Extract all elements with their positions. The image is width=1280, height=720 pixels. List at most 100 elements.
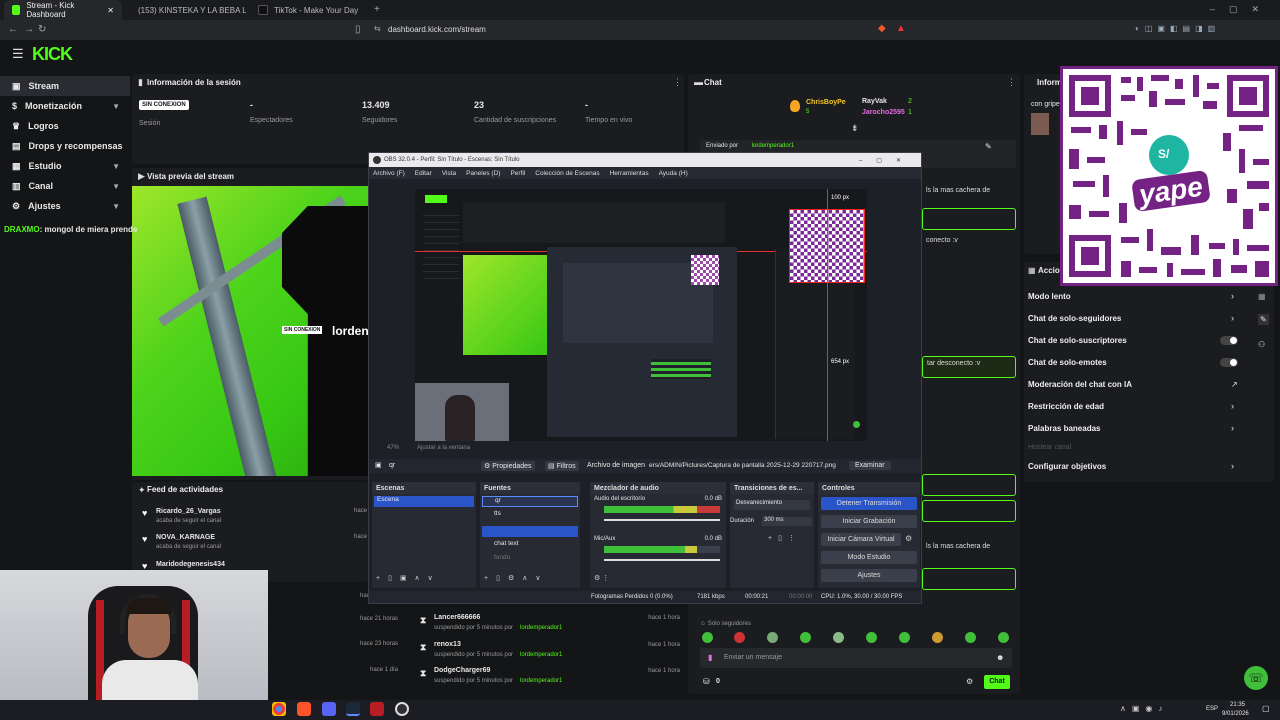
action-age-restriction[interactable]: Restricción de edad	[1028, 402, 1104, 411]
chevron-right-icon[interactable]: ›	[1231, 313, 1234, 323]
extensions-bar[interactable]: ◐◫▣◧▤◨▥	[1135, 24, 1220, 33]
menu-help[interactable]: Ayuda (H)	[659, 170, 688, 177]
image-path-field[interactable]: ers/ADMIN/Pictures/Captura de pantalla 2…	[649, 462, 845, 469]
chevron-right-icon[interactable]: ›	[1231, 461, 1234, 471]
menu-view[interactable]: Vista	[442, 170, 456, 177]
source-drag-item[interactable]	[482, 526, 578, 537]
scene-item[interactable]: Escena	[374, 496, 474, 507]
sidebar-item-monetizacion[interactable]: $ Monetización ▼	[0, 96, 130, 116]
obs-taskbar-icon[interactable]	[395, 702, 409, 716]
emote-icon[interactable]	[734, 632, 745, 643]
action-ai-moderation[interactable]: Moderación del chat con IA	[1028, 380, 1132, 389]
bookmark-icon[interactable]: ▯	[355, 24, 361, 35]
action-followers-only[interactable]: Chat de solo-seguidores	[1028, 314, 1121, 323]
support-chat-icon[interactable]: ☏	[1244, 666, 1268, 690]
sidebar-item-stream[interactable]: ▣ Stream	[0, 76, 130, 96]
action-slow-mode[interactable]: Modo lento	[1028, 292, 1071, 301]
sidebar-item-canal[interactable]: ▥ Canal ▼	[0, 176, 130, 196]
emote-icon[interactable]	[767, 632, 778, 643]
brave-rewards-icon[interactable]: ▲	[896, 23, 906, 34]
sidebar-item-ajustes[interactable]: ⚙ Ajustes ▼	[0, 196, 130, 216]
transition-select[interactable]: Desvanecimiento	[734, 500, 810, 510]
emote-icon[interactable]	[702, 632, 713, 643]
properties-button[interactable]: ⚙ Propiedades	[481, 461, 535, 471]
action-set-goals[interactable]: Configurar objetivos	[1028, 462, 1106, 471]
obs-preview-canvas[interactable]: 100 px 654 px	[415, 189, 867, 441]
activity-user[interactable]: Ricardo_26_Vargas	[156, 508, 221, 515]
mixer-slider[interactable]	[604, 519, 720, 521]
chevron-down-icon[interactable]: ⇟	[851, 123, 859, 134]
chevron-right-icon[interactable]: ›	[1231, 423, 1234, 433]
source-item[interactable]: fondo	[482, 554, 578, 565]
top-gifter-1[interactable]: ChrisBoyPe	[806, 99, 846, 106]
virtual-camera-button[interactable]: Iniciar Cámara Virtual	[821, 533, 901, 546]
mod-user[interactable]: lordemperador1	[520, 652, 562, 658]
users-icon[interactable]: ⚇	[1258, 340, 1265, 349]
toggle-switch[interactable]	[1220, 358, 1238, 367]
discord-taskbar-icon[interactable]	[322, 702, 336, 716]
filters-button[interactable]: ▤ Filtros	[545, 461, 579, 471]
reload-icon[interactable]: ↻	[38, 24, 46, 35]
fit-window-select[interactable]: Ajustar a la ventana	[417, 445, 470, 451]
system-tray-icons[interactable]: ∧▣◉♪	[1120, 704, 1168, 713]
action-subs-only[interactable]: Chat de solo-suscriptores	[1028, 336, 1127, 345]
menu-file[interactable]: Archivo (F)	[373, 170, 405, 177]
edit-icon[interactable]: ✎	[1258, 314, 1269, 325]
notification-icon[interactable]: ▢	[1262, 704, 1270, 713]
mixer-toolbar[interactable]: ⚙ ⋮	[594, 574, 609, 582]
stop-streaming-button[interactable]: Detener Transmisión	[821, 497, 917, 510]
duration-field[interactable]: 300 ms	[762, 517, 812, 526]
mod-user[interactable]: lordemperador1	[520, 678, 562, 684]
sidebar-item-logros[interactable]: ♛ Logros	[0, 116, 130, 136]
sidebar-item-drops[interactable]: ▤ Drops y recompensas	[0, 136, 130, 156]
emote-icon[interactable]	[833, 632, 844, 643]
mixer-slider[interactable]	[604, 559, 720, 561]
brave-shield-icon[interactable]: ◆	[878, 23, 886, 34]
gear-icon[interactable]: ⚙	[966, 677, 973, 686]
scene-toolbar[interactable]: +▯▣∧∨	[376, 574, 441, 582]
pinned-user[interactable]: lordemperador1	[752, 143, 794, 149]
menu-tools[interactable]: Herramientas	[610, 170, 649, 177]
emoji-icon[interactable]: ☻	[996, 653, 1004, 662]
top-gifter-3[interactable]: Jarocho2595	[862, 109, 905, 116]
close-tab-icon[interactable]: ✕	[107, 6, 114, 15]
studio-mode-button[interactable]: Modo Estudio	[821, 551, 917, 564]
url-field[interactable]: dashboard.kick.com/stream	[388, 25, 486, 34]
settings-button[interactable]: Ajustes	[821, 569, 917, 582]
more-options-icon[interactable]: ⋮	[673, 77, 682, 88]
kick-logo[interactable]: KICK	[32, 44, 73, 65]
chevron-right-icon[interactable]: ›	[1231, 401, 1234, 411]
emote-icon[interactable]	[899, 632, 910, 643]
send-chat-button[interactable]: Chat	[984, 675, 1010, 689]
more-options-icon[interactable]: ⋮	[1007, 77, 1016, 88]
tab-tiktok[interactable]: TikTok - Make Your Day	[250, 0, 368, 20]
tab-kick-dashboard[interactable]: Stream - Kick Dashboard ✕	[4, 0, 122, 20]
language-indicator[interactable]: ESP	[1206, 706, 1218, 712]
chrome-taskbar-icon[interactable]	[272, 702, 286, 716]
pin-icon[interactable]: ✎	[985, 142, 992, 151]
external-link-icon[interactable]: ↗	[1231, 380, 1238, 389]
gear-icon[interactable]: ▦	[1258, 292, 1266, 301]
window-controls[interactable]: –▢✕	[1210, 4, 1273, 15]
emote-icon[interactable]	[800, 632, 811, 643]
site-info-icon[interactable]: ⇆	[374, 24, 381, 33]
obs-window-controls[interactable]: –▢✕	[859, 157, 915, 164]
mic-icon[interactable]: ▮	[708, 653, 712, 662]
toggle-switch[interactable]	[1220, 336, 1238, 345]
gear-icon[interactable]: ⚙	[905, 534, 912, 543]
transition-toolbar[interactable]: +▯⋮	[768, 534, 801, 542]
resize-handle-icon[interactable]	[853, 421, 860, 428]
menu-edit[interactable]: Editar	[415, 170, 432, 177]
back-icon[interactable]: ←	[8, 24, 18, 35]
activity-user[interactable]: NOVA_KARNAGE	[156, 534, 215, 541]
activity-user[interactable]: Maridodegenesis434	[156, 561, 225, 568]
brave-taskbar-icon[interactable]	[297, 702, 311, 716]
emote-icon[interactable]	[866, 632, 877, 643]
stream-preview-video[interactable]: SIN CONEXION lorden	[132, 186, 368, 476]
menu-scene-collection[interactable]: Colección de Escenas	[535, 170, 599, 177]
source-toolbar[interactable]: +▯⚙∧∨	[484, 574, 548, 582]
steam-taskbar-icon[interactable]	[346, 702, 360, 716]
sidebar-item-estudio[interactable]: ▦ Estudio ▼	[0, 156, 130, 176]
menu-docks[interactable]: Paneles (D)	[466, 170, 500, 177]
emote-icon[interactable]	[965, 632, 976, 643]
